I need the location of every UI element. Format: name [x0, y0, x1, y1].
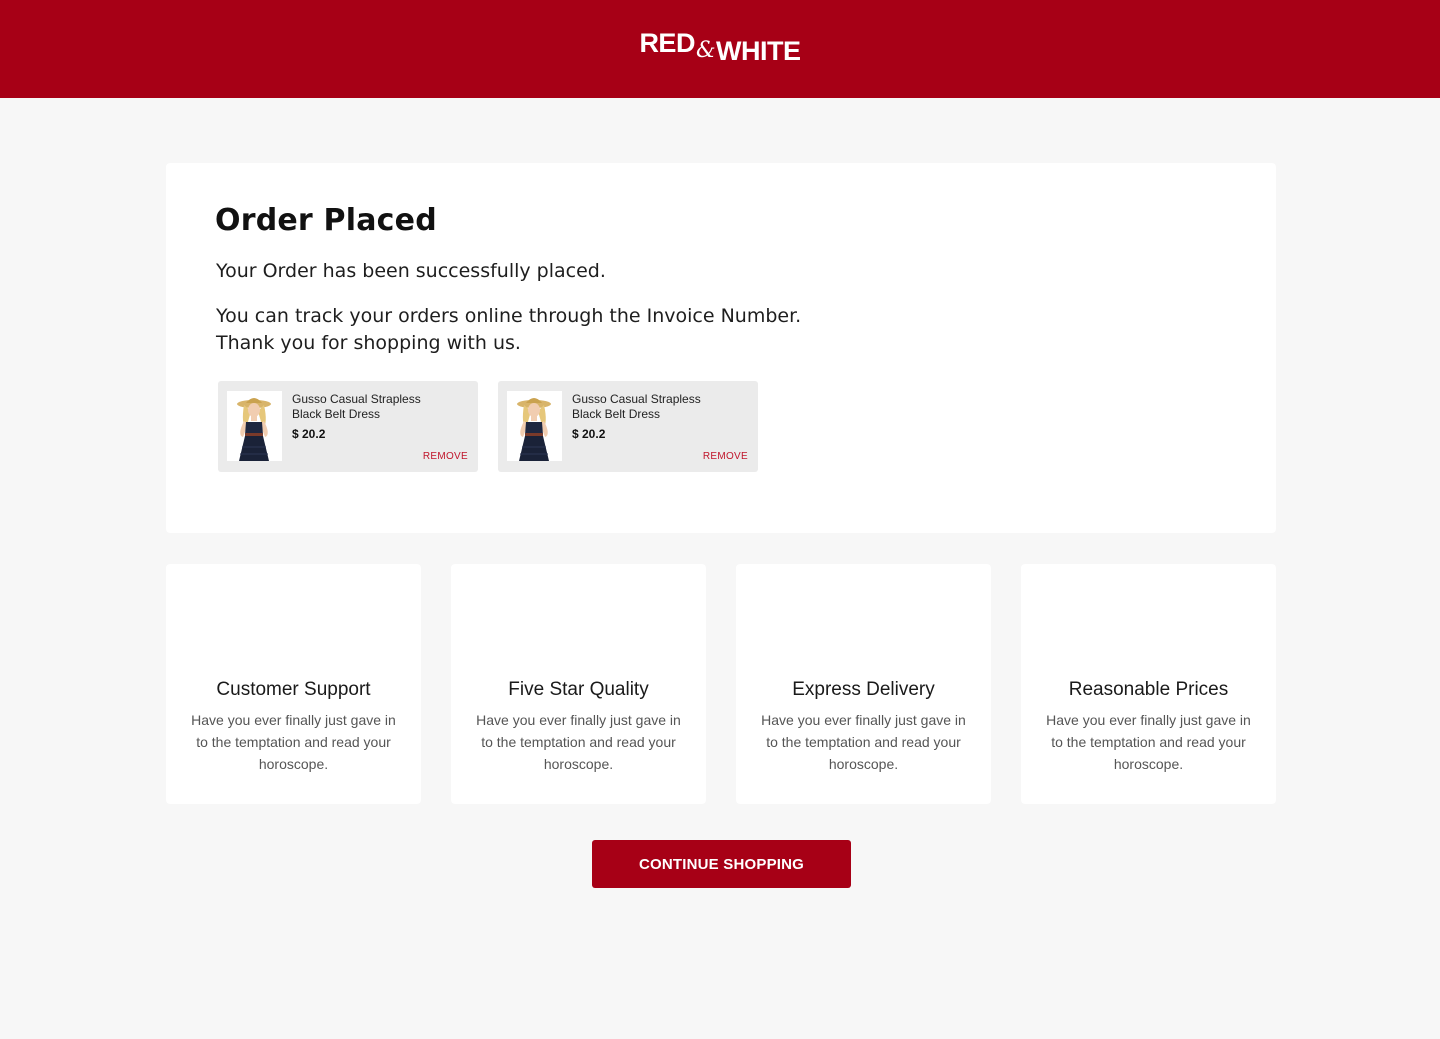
- item-name: Gusso Casual Strapless Black Belt Dress: [572, 392, 701, 421]
- feature-title: Express Delivery: [792, 679, 935, 700]
- feature-card-reasonable-prices: Reasonable Prices Have you ever finally …: [1021, 564, 1276, 804]
- brand-logo-ampersand: &: [695, 37, 716, 63]
- remove-item-button[interactable]: REMOVE: [423, 451, 468, 462]
- brand-logo-red: RED: [639, 27, 695, 58]
- order-success-message: Your Order has been successfully placed.: [216, 260, 606, 282]
- order-tracking-line: You can track your orders online through…: [216, 305, 802, 327]
- feature-card-five-star-quality: Five Star Quality Have you ever finally …: [451, 564, 706, 804]
- feature-description: Have you ever finally just gave in to th…: [191, 712, 396, 772]
- item-price: $ 20.2: [292, 427, 326, 441]
- dress-product-image: [507, 391, 562, 461]
- page-title: Order Placed: [215, 203, 437, 238]
- feature-description: Have you ever finally just gave in to th…: [761, 712, 966, 772]
- feature-description: Have you ever finally just gave in to th…: [476, 712, 681, 772]
- item-name: Gusso Casual Strapless Black Belt Dress: [292, 392, 421, 421]
- order-thanks-line: Thank you for shopping with us.: [216, 332, 521, 354]
- remove-item-button[interactable]: REMOVE: [703, 451, 748, 462]
- continue-shopping-button[interactable]: CONTINUE SHOPPING: [592, 840, 851, 888]
- order-item-card: Gusso Casual Strapless Black Belt Dress …: [498, 381, 758, 472]
- site-header: RED & WHITE: [0, 0, 1440, 98]
- order-confirmation-card: Order Placed Your Order has been success…: [166, 163, 1276, 533]
- brand-logo-white: WHITE: [716, 35, 801, 66]
- feature-title: Customer Support: [216, 679, 371, 700]
- brand-logo[interactable]: RED & WHITE: [639, 29, 801, 66]
- feature-description: Have you ever finally just gave in to th…: [1046, 712, 1251, 772]
- feature-title: Five Star Quality: [508, 679, 649, 700]
- order-tracking-message: You can track your orders online through…: [216, 303, 836, 357]
- feature-card-express-delivery: Express Delivery Have you ever finally j…: [736, 564, 991, 804]
- order-item-card: Gusso Casual Strapless Black Belt Dress …: [218, 381, 478, 472]
- feature-card-customer-support: Customer Support Have you ever finally j…: [166, 564, 421, 804]
- item-price: $ 20.2: [572, 427, 606, 441]
- feature-title: Reasonable Prices: [1068, 679, 1229, 700]
- dress-product-image: [227, 391, 282, 461]
